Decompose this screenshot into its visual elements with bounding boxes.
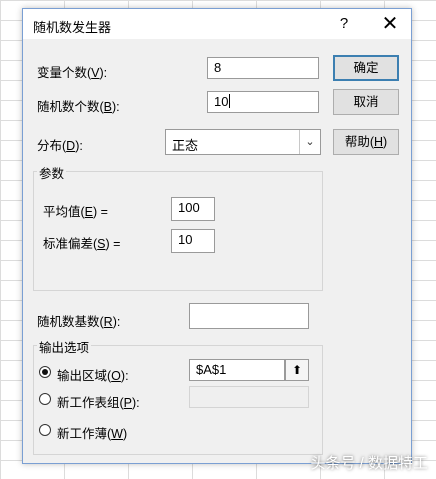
num-random-input[interactable]: 10 [207, 91, 319, 113]
num-random-label: 随机数个数(B): [37, 100, 120, 114]
title-bar: 随机数发生器 ? ✕ [23, 9, 411, 39]
new-workbook-label: 新工作薄(W) [57, 427, 128, 441]
output-range-radio[interactable] [39, 366, 51, 378]
distribution-select[interactable]: 正态 ⌄ [165, 129, 321, 155]
close-icon[interactable]: ✕ [375, 12, 405, 36]
output-options-title: 输出选项 [37, 337, 92, 356]
stddev-input[interactable]: 10 [171, 229, 215, 253]
new-sheet-label: 新工作表组(P): [57, 396, 140, 410]
output-range-input[interactable]: $A$1 [189, 359, 285, 381]
mean-input[interactable]: 100 [171, 197, 215, 221]
dialog-title: 随机数发生器 [33, 20, 112, 35]
num-variables-label: 变量个数(V): [37, 66, 108, 80]
new-workbook-radio[interactable] [39, 424, 51, 436]
watermark-text: 头条号 / 数据特工 [310, 455, 428, 472]
random-number-generator-dialog: 随机数发生器 ? ✕ 变量个数(V): 8 随机数个数(B): 10 确定 取消… [22, 8, 412, 464]
help-question-icon[interactable]: ? [329, 12, 359, 36]
seed-label: 随机数基数(R): [37, 315, 121, 329]
new-sheet-name-input [189, 386, 309, 408]
output-range-label: 输出区域(O): [57, 369, 129, 383]
num-variables-input[interactable]: 8 [207, 57, 319, 79]
seed-input[interactable] [189, 303, 309, 329]
cancel-button[interactable]: 取消 [333, 89, 399, 115]
parameters-title: 参数 [37, 163, 67, 182]
distribution-label: 分布(D): [37, 139, 83, 153]
chevron-down-icon[interactable]: ⌄ [299, 130, 320, 154]
new-sheet-radio[interactable] [39, 393, 51, 405]
range-select-arrow-icon[interactable]: ⬆ [285, 359, 309, 381]
distribution-value: 正态 [172, 138, 199, 153]
ok-button[interactable]: 确定 [333, 55, 399, 81]
mean-label: 平均值(E) = [43, 205, 108, 219]
help-button[interactable]: 帮助(H) [333, 129, 399, 155]
stddev-label: 标准偏差(S) = [43, 237, 121, 251]
